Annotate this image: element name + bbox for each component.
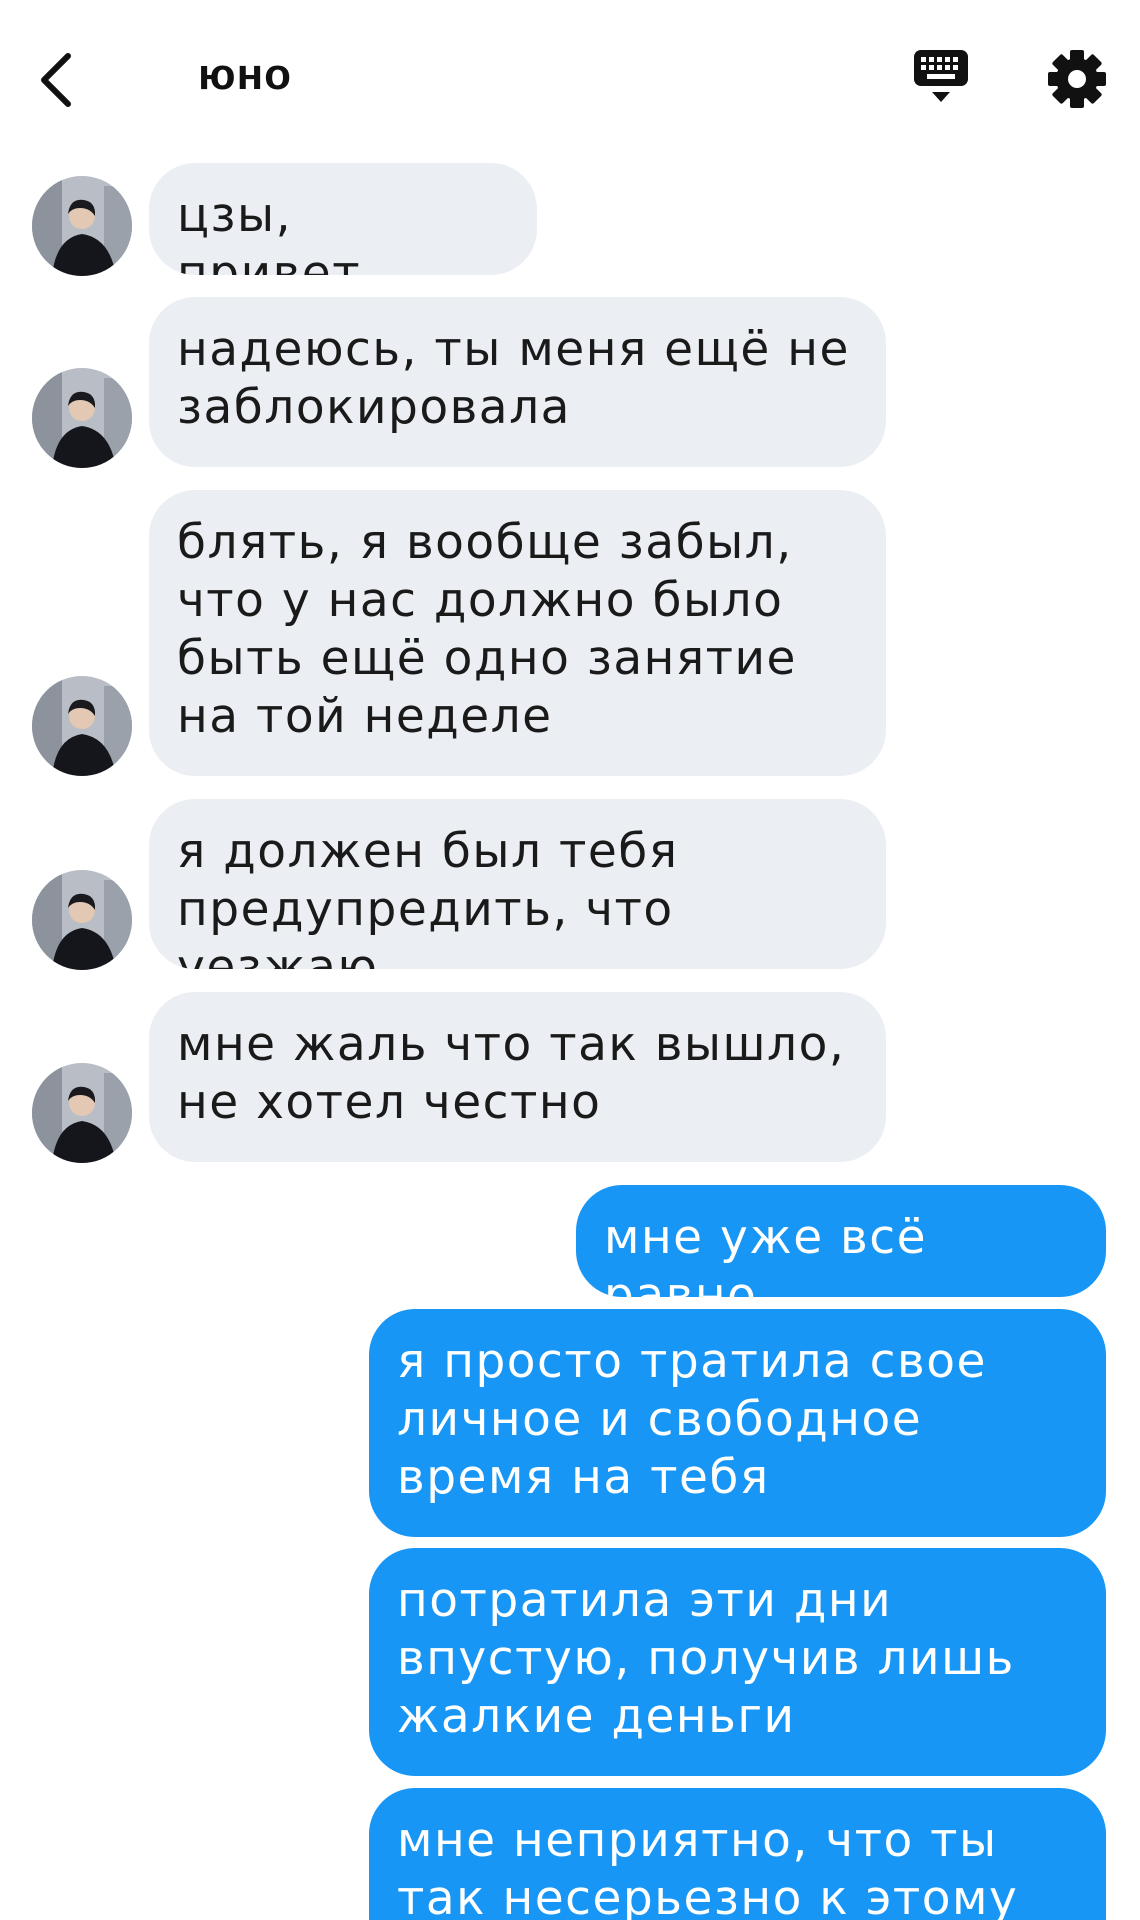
message-bubble-incoming[interactable]: надеюсь, ты меня ещё не заблокировала: [149, 297, 886, 467]
message-bubble-outgoing[interactable]: мне неприятно, что ты так несерьезно к э…: [369, 1788, 1106, 1920]
message-bubble-incoming[interactable]: блять, я вообще забыл, что у нас должно …: [149, 490, 886, 776]
avatar[interactable]: [32, 368, 132, 468]
message-bubble-outgoing[interactable]: потратила эти дни впустую, получив лишь …: [369, 1548, 1106, 1776]
avatar[interactable]: [32, 676, 132, 776]
avatar[interactable]: [32, 870, 132, 970]
avatar[interactable]: [32, 176, 132, 276]
avatar[interactable]: [32, 1063, 132, 1163]
message-list[interactable]: цзы, привет.. надеюсь, ты меня ещё не за…: [0, 0, 1140, 1920]
message-bubble-incoming[interactable]: цзы, привет..: [149, 163, 537, 275]
message-bubble-incoming[interactable]: мне жаль что так вышло, не хотел честно: [149, 992, 886, 1162]
chat-screen: юно цзы, привет.. надеюсь, ты меня ещё н…: [0, 0, 1140, 1920]
message-bubble-outgoing[interactable]: мне уже всё равно: [576, 1185, 1106, 1297]
message-bubble-outgoing[interactable]: я просто тратила свое личное и свободное…: [369, 1309, 1106, 1537]
message-bubble-incoming[interactable]: я должен был тебя предупредить, что уезж…: [149, 799, 886, 969]
